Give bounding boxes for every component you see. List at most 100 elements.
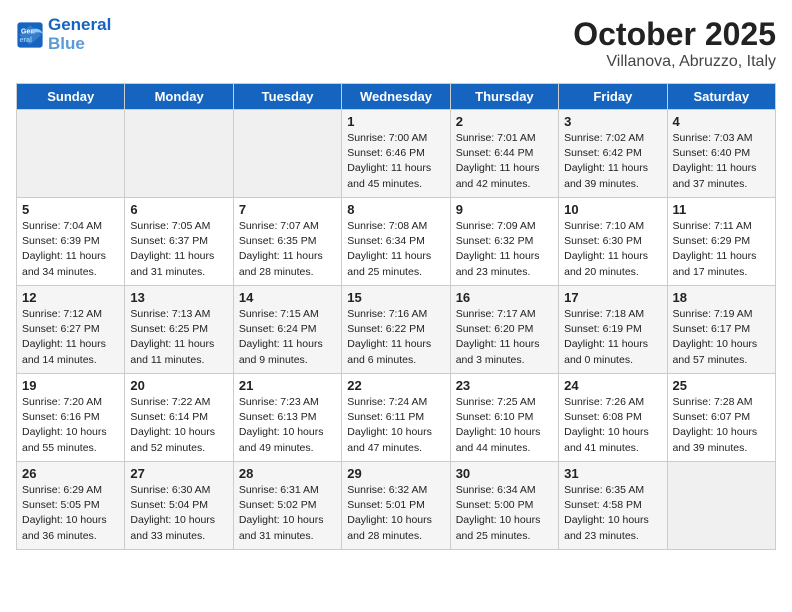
cell-info: Sunrise: 7:19 AM Sunset: 6:17 PM Dayligh… <box>673 307 770 368</box>
cell-info: Sunrise: 7:13 AM Sunset: 6:25 PM Dayligh… <box>130 307 227 368</box>
day-number: 29 <box>347 466 444 481</box>
day-number: 18 <box>673 290 770 305</box>
calendar-cell: 31 Sunrise: 6:35 AM Sunset: 4:58 PM Dayli… <box>559 462 667 550</box>
day-number: 22 <box>347 378 444 393</box>
day-number: 7 <box>239 202 336 217</box>
cell-info: Sunrise: 7:04 AM Sunset: 6:39 PM Dayligh… <box>22 219 119 280</box>
calendar-cell: 11 Sunrise: 7:11 AM Sunset: 6:29 PM Dayli… <box>667 198 775 286</box>
calendar-cell: 10 Sunrise: 7:10 AM Sunset: 6:30 PM Dayli… <box>559 198 667 286</box>
cell-info: Sunrise: 6:31 AM Sunset: 5:02 PM Dayligh… <box>239 483 336 544</box>
calendar-cell: 27Sunrise: 6:30 AM Sunset: 5:04 PM Dayli… <box>125 462 233 550</box>
day-number: 12 <box>22 290 119 305</box>
day-number: 20 <box>130 378 227 393</box>
calendar-cell <box>233 110 341 198</box>
cell-info: Sunrise: 7:07 AM Sunset: 6:35 PM Dayligh… <box>239 219 336 280</box>
calendar-cell: 22 Sunrise: 7:24 AM Sunset: 6:11 PM Dayli… <box>342 374 450 462</box>
cell-info: Sunrise: 7:18 AM Sunset: 6:19 PM Dayligh… <box>564 307 661 368</box>
day-number: 21 <box>239 378 336 393</box>
calendar-cell: 17 Sunrise: 7:18 AM Sunset: 6:19 PM Dayli… <box>559 286 667 374</box>
cell-info: Sunrise: 7:11 AM Sunset: 6:29 PM Dayligh… <box>673 219 770 280</box>
calendar-cell: 3 Sunrise: 7:02 AM Sunset: 6:42 PM Daylig… <box>559 110 667 198</box>
cell-info: Sunrise: 7:26 AM Sunset: 6:08 PM Dayligh… <box>564 395 661 456</box>
day-number: 5 <box>22 202 119 217</box>
calendar-cell: 16 Sunrise: 7:17 AM Sunset: 6:20 PM Dayli… <box>450 286 558 374</box>
calendar-cell: 14 Sunrise: 7:15 AM Sunset: 6:24 PM Dayli… <box>233 286 341 374</box>
day-number: 15 <box>347 290 444 305</box>
logo-icon: Gen eral <box>16 21 44 49</box>
calendar-cell: 5 Sunrise: 7:04 AM Sunset: 6:39 PM Daylig… <box>17 198 125 286</box>
calendar-cell: 6 Sunrise: 7:05 AM Sunset: 6:37 PM Daylig… <box>125 198 233 286</box>
cell-info: Sunrise: 7:24 AM Sunset: 6:11 PM Dayligh… <box>347 395 444 456</box>
calendar-cell: 24 Sunrise: 7:26 AM Sunset: 6:08 PM Dayli… <box>559 374 667 462</box>
calendar-header: SundayMondayTuesdayWednesdayThursdayFrid… <box>17 84 776 110</box>
calendar-cell: 19 Sunrise: 7:20 AM Sunset: 6:16 PM Dayli… <box>17 374 125 462</box>
calendar-cell: 28Sunrise: 6:31 AM Sunset: 5:02 PM Dayli… <box>233 462 341 550</box>
calendar-cell: 21Sunrise: 7:23 AM Sunset: 6:13 PM Dayli… <box>233 374 341 462</box>
cell-info: Sunrise: 7:15 AM Sunset: 6:24 PM Dayligh… <box>239 307 336 368</box>
day-number: 31 <box>564 466 661 481</box>
cell-info: Sunrise: 7:01 AM Sunset: 6:44 PM Dayligh… <box>456 131 553 192</box>
calendar-cell: 4 Sunrise: 7:03 AM Sunset: 6:40 PM Daylig… <box>667 110 775 198</box>
day-number: 17 <box>564 290 661 305</box>
cell-info: Sunrise: 7:10 AM Sunset: 6:30 PM Dayligh… <box>564 219 661 280</box>
day-number: 26 <box>22 466 119 481</box>
logo-line1: General <box>48 15 111 34</box>
cell-info: Sunrise: 6:34 AM Sunset: 5:00 PM Dayligh… <box>456 483 553 544</box>
cell-info: Sunrise: 7:02 AM Sunset: 6:42 PM Dayligh… <box>564 131 661 192</box>
day-number: 13 <box>130 290 227 305</box>
calendar-cell: 7 Sunrise: 7:07 AM Sunset: 6:35 PM Daylig… <box>233 198 341 286</box>
weekday-header: Thursday <box>450 84 558 110</box>
calendar-cell <box>667 462 775 550</box>
logo-line2: Blue <box>48 35 111 54</box>
title-block: October 2025 Villanova, Abruzzo, Italy <box>573 16 776 71</box>
day-number: 25 <box>673 378 770 393</box>
calendar-cell: 12Sunrise: 7:12 AM Sunset: 6:27 PM Dayli… <box>17 286 125 374</box>
day-number: 19 <box>22 378 119 393</box>
cell-info: Sunrise: 6:35 AM Sunset: 4:58 PM Dayligh… <box>564 483 661 544</box>
day-number: 11 <box>673 202 770 217</box>
cell-info: Sunrise: 7:05 AM Sunset: 6:37 PM Dayligh… <box>130 219 227 280</box>
day-number: 3 <box>564 114 661 129</box>
month-title: October 2025 <box>573 16 776 53</box>
calendar-cell: 15 Sunrise: 7:16 AM Sunset: 6:22 PM Dayli… <box>342 286 450 374</box>
day-number: 16 <box>456 290 553 305</box>
calendar-cell: 29 Sunrise: 6:32 AM Sunset: 5:01 PM Dayli… <box>342 462 450 550</box>
weekday-header: Sunday <box>17 84 125 110</box>
weekday-header: Tuesday <box>233 84 341 110</box>
day-number: 6 <box>130 202 227 217</box>
calendar-cell: 26 Sunrise: 6:29 AM Sunset: 5:05 PM Dayli… <box>17 462 125 550</box>
location: Villanova, Abruzzo, Italy <box>573 53 776 71</box>
calendar-cell: 9Sunrise: 7:09 AM Sunset: 6:32 PM Daylig… <box>450 198 558 286</box>
calendar-cell: 30Sunrise: 6:34 AM Sunset: 5:00 PM Dayli… <box>450 462 558 550</box>
calendar-cell: 8Sunrise: 7:08 AM Sunset: 6:34 PM Daylig… <box>342 198 450 286</box>
cell-info: Sunrise: 7:20 AM Sunset: 6:16 PM Dayligh… <box>22 395 119 456</box>
cell-info: Sunrise: 6:29 AM Sunset: 5:05 PM Dayligh… <box>22 483 119 544</box>
cell-info: Sunrise: 7:08 AM Sunset: 6:34 PM Dayligh… <box>347 219 444 280</box>
day-number: 2 <box>456 114 553 129</box>
day-number: 27 <box>130 466 227 481</box>
day-number: 1 <box>347 114 444 129</box>
weekday-header: Monday <box>125 84 233 110</box>
calendar-cell: 18 Sunrise: 7:19 AM Sunset: 6:17 PM Dayli… <box>667 286 775 374</box>
cell-info: Sunrise: 7:03 AM Sunset: 6:40 PM Dayligh… <box>673 131 770 192</box>
cell-info: Sunrise: 7:17 AM Sunset: 6:20 PM Dayligh… <box>456 307 553 368</box>
svg-text:eral: eral <box>20 37 33 44</box>
weekday-header: Wednesday <box>342 84 450 110</box>
day-number: 24 <box>564 378 661 393</box>
cell-info: Sunrise: 7:09 AM Sunset: 6:32 PM Dayligh… <box>456 219 553 280</box>
calendar-cell: 25 Sunrise: 7:28 AM Sunset: 6:07 PM Dayli… <box>667 374 775 462</box>
cell-info: Sunrise: 7:22 AM Sunset: 6:14 PM Dayligh… <box>130 395 227 456</box>
day-number: 23 <box>456 378 553 393</box>
day-number: 4 <box>673 114 770 129</box>
day-number: 10 <box>564 202 661 217</box>
calendar-cell <box>17 110 125 198</box>
cell-info: Sunrise: 7:16 AM Sunset: 6:22 PM Dayligh… <box>347 307 444 368</box>
day-number: 14 <box>239 290 336 305</box>
cell-info: Sunrise: 6:32 AM Sunset: 5:01 PM Dayligh… <box>347 483 444 544</box>
cell-info: Sunrise: 7:25 AM Sunset: 6:10 PM Dayligh… <box>456 395 553 456</box>
calendar-cell <box>125 110 233 198</box>
cell-info: Sunrise: 7:28 AM Sunset: 6:07 PM Dayligh… <box>673 395 770 456</box>
calendar-cell: 23 Sunrise: 7:25 AM Sunset: 6:10 PM Dayli… <box>450 374 558 462</box>
weekday-header: Friday <box>559 84 667 110</box>
page-header: Gen eral General Blue October 2025 Villa… <box>16 16 776 71</box>
